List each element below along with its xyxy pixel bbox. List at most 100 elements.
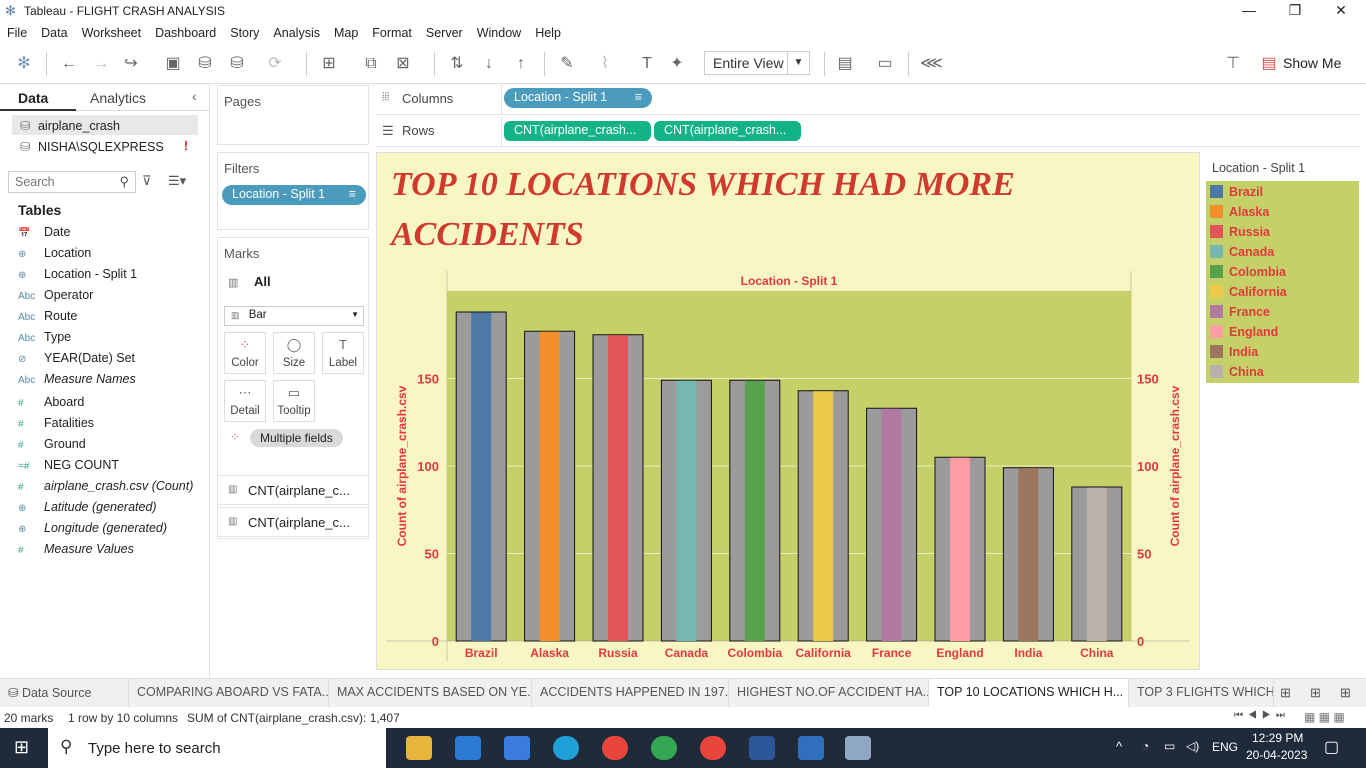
legend-item[interactable]: China xyxy=(1210,365,1264,383)
new-worksheet-icon[interactable]: ⊞ xyxy=(1280,685,1291,701)
close-button[interactable]: ✕ xyxy=(1318,2,1364,22)
field-item[interactable]: Abc Operator xyxy=(18,288,93,308)
rows-shelf[interactable]: ☰ Rows CNT(airplane_crash... CNT(airplan… xyxy=(376,117,1360,147)
field-item[interactable]: # Ground xyxy=(18,437,86,457)
sheet-tab[interactable]: HIGHEST NO.OF ACCIDENT HA... xyxy=(729,679,929,707)
mail-icon[interactable] xyxy=(455,736,481,760)
sheet-navigation-icon[interactable]: ⏮◀▶⏭ xyxy=(1234,710,1290,721)
detail-button[interactable]: ⋯ Detail xyxy=(224,380,266,422)
new-story-icon[interactable]: ⊞ xyxy=(1340,685,1351,701)
field-item[interactable]: =# NEG COUNT xyxy=(18,458,119,478)
redo-icon[interactable]: → xyxy=(90,54,112,74)
photos-icon[interactable] xyxy=(798,736,824,760)
connection-item[interactable]: ⛁ NISHA\SQLEXPRESS ! xyxy=(12,136,198,156)
show-me-button[interactable]: Show Me xyxy=(1283,55,1341,71)
filter-pill[interactable]: Location - Split 1 ≡ xyxy=(222,185,366,205)
menu-data[interactable]: Data xyxy=(34,24,74,42)
legend-item[interactable]: Colombia xyxy=(1210,265,1286,283)
view-options-icon[interactable]: ☰▾ xyxy=(168,173,186,189)
tab-data[interactable]: Data xyxy=(18,90,48,106)
menu-format[interactable]: Format xyxy=(365,24,419,42)
notifications-icon[interactable]: ▢ xyxy=(1324,737,1339,757)
search-box[interactable]: ⚲ xyxy=(8,171,136,193)
field-item[interactable]: # Fatalities xyxy=(18,416,94,436)
field-item[interactable]: ⊕ Location - Split 1 xyxy=(18,267,137,287)
menu-help[interactable]: Help xyxy=(528,24,568,42)
datasource-item[interactable]: ⛁ airplane_crash xyxy=(12,115,198,135)
columns-pill[interactable]: Location - Split 1 ≡ xyxy=(504,88,652,108)
tab-analytics[interactable]: Analytics xyxy=(90,90,146,106)
sort-ascending-icon[interactable]: ↓ xyxy=(478,54,500,74)
tray-chevron-icon[interactable]: ^ xyxy=(1116,739,1122,754)
ask-data-icon[interactable]: ⊤ xyxy=(1222,54,1244,74)
clock-date[interactable]: 20-04-2023 xyxy=(1246,748,1307,762)
chrome-icon[interactable] xyxy=(602,736,628,760)
undo-icon[interactable]: ← xyxy=(58,54,80,74)
presentation-icon[interactable]: ▭ xyxy=(874,54,896,74)
volume-icon[interactable]: ◁) xyxy=(1186,739,1199,753)
tooltip-button[interactable]: ▭ Tooltip xyxy=(273,380,315,422)
color-button[interactable]: ⁘ Color xyxy=(224,332,266,374)
menu-file[interactable]: File xyxy=(0,24,34,42)
field-item[interactable]: # Measure Values xyxy=(18,542,134,562)
new-dashboard-icon[interactable]: ⊞ xyxy=(1310,685,1321,701)
share-icon[interactable]: ⋘ xyxy=(920,54,943,74)
menu-analysis[interactable]: Analysis xyxy=(266,24,327,42)
label-button[interactable]: T Label xyxy=(322,332,364,374)
field-item[interactable]: Abc Route xyxy=(18,309,77,329)
field-item[interactable]: Abc Type xyxy=(18,330,71,350)
taskbar-search[interactable]: ⚲ Type here to search xyxy=(48,728,386,768)
legend-item[interactable]: England xyxy=(1210,325,1278,343)
tableau-home-icon[interactable]: ✻ xyxy=(13,54,35,74)
clock-time[interactable]: 12:29 PM xyxy=(1252,731,1303,745)
restore-button[interactable]: ❐ xyxy=(1272,2,1318,22)
size-button[interactable]: ◯ Size xyxy=(273,332,315,374)
measure-card-1[interactable]: ▥ CNT(airplane_c... xyxy=(217,475,369,505)
measure-card-2[interactable]: ▥ CNT(airplane_c... xyxy=(217,507,369,537)
rows-pill-1[interactable]: CNT(airplane_crash... xyxy=(504,121,651,141)
filter-icon[interactable]: ⊽ xyxy=(142,173,152,189)
duplicate-sheet-icon[interactable]: ⧉ xyxy=(360,54,382,74)
refresh-icon[interactable]: ⟳ xyxy=(264,54,286,74)
show-me-icon[interactable]: ▤ xyxy=(1258,54,1280,74)
field-item[interactable]: # Aboard xyxy=(18,395,84,415)
language-indicator[interactable]: ENG xyxy=(1212,740,1238,754)
swap-icon[interactable]: ⇅ xyxy=(446,54,468,74)
menu-story[interactable]: Story xyxy=(223,24,266,42)
legend-item[interactable]: France xyxy=(1210,305,1270,323)
sort-descending-icon[interactable]: ↑ xyxy=(510,54,532,74)
legend-item[interactable]: Brazil xyxy=(1210,185,1263,203)
clear-sheet-icon[interactable]: ⊠ xyxy=(392,54,414,74)
save-icon[interactable]: ▣ xyxy=(162,54,184,74)
field-item[interactable]: ⊘ YEAR(Date) Set xyxy=(18,351,135,371)
sheet-tab[interactable]: COMPARING ABOARD VS FATA... xyxy=(129,679,329,707)
field-item[interactable]: ⊕ Latitude (generated) xyxy=(18,500,157,520)
legend-item[interactable]: Alaska xyxy=(1210,205,1269,223)
tableau-taskbar-icon[interactable] xyxy=(845,736,871,760)
marks-all[interactable]: All xyxy=(254,274,271,289)
multiple-fields-pill[interactable]: Multiple fields xyxy=(250,429,343,447)
sheet-sorter-icon[interactable]: ▦ ▦ ▦ xyxy=(1304,710,1345,724)
word-icon[interactable] xyxy=(749,736,775,760)
collapse-pane-icon[interactable]: ‹ xyxy=(192,88,197,104)
highlight-icon[interactable]: ✎ xyxy=(556,54,578,74)
store-icon[interactable] xyxy=(504,736,530,760)
file-explorer-icon[interactable] xyxy=(406,736,432,760)
sheet-tab[interactable]: MAX ACCIDENTS BASED ON YE... xyxy=(329,679,532,707)
menu-server[interactable]: Server xyxy=(419,24,470,42)
windows-start-icon[interactable]: ⊞ xyxy=(14,737,29,758)
menu-map[interactable]: Map xyxy=(327,24,365,42)
filters-card[interactable]: Filters Location - Split 1 ≡ xyxy=(217,152,369,230)
legend-item[interactable]: Canada xyxy=(1210,245,1274,263)
search-input[interactable] xyxy=(9,172,109,192)
multiple-fields-row[interactable]: ⁘ Multiple fields xyxy=(222,428,362,450)
battery-icon[interactable]: ▭ xyxy=(1164,739,1175,753)
legend-item[interactable]: California xyxy=(1210,285,1287,303)
new-datasource-icon[interactable]: ⛁ xyxy=(194,54,216,74)
network-icon[interactable]: ◔ xyxy=(1142,739,1149,753)
replay-icon[interactable]: ↪ xyxy=(120,54,142,74)
menu-window[interactable]: Window xyxy=(470,24,528,42)
field-item[interactable]: # airplane_crash.csv (Count) xyxy=(18,479,193,499)
tab-data-source[interactable]: ⛁ Data Source xyxy=(0,679,129,707)
chrome-profile-icon[interactable] xyxy=(651,736,677,760)
